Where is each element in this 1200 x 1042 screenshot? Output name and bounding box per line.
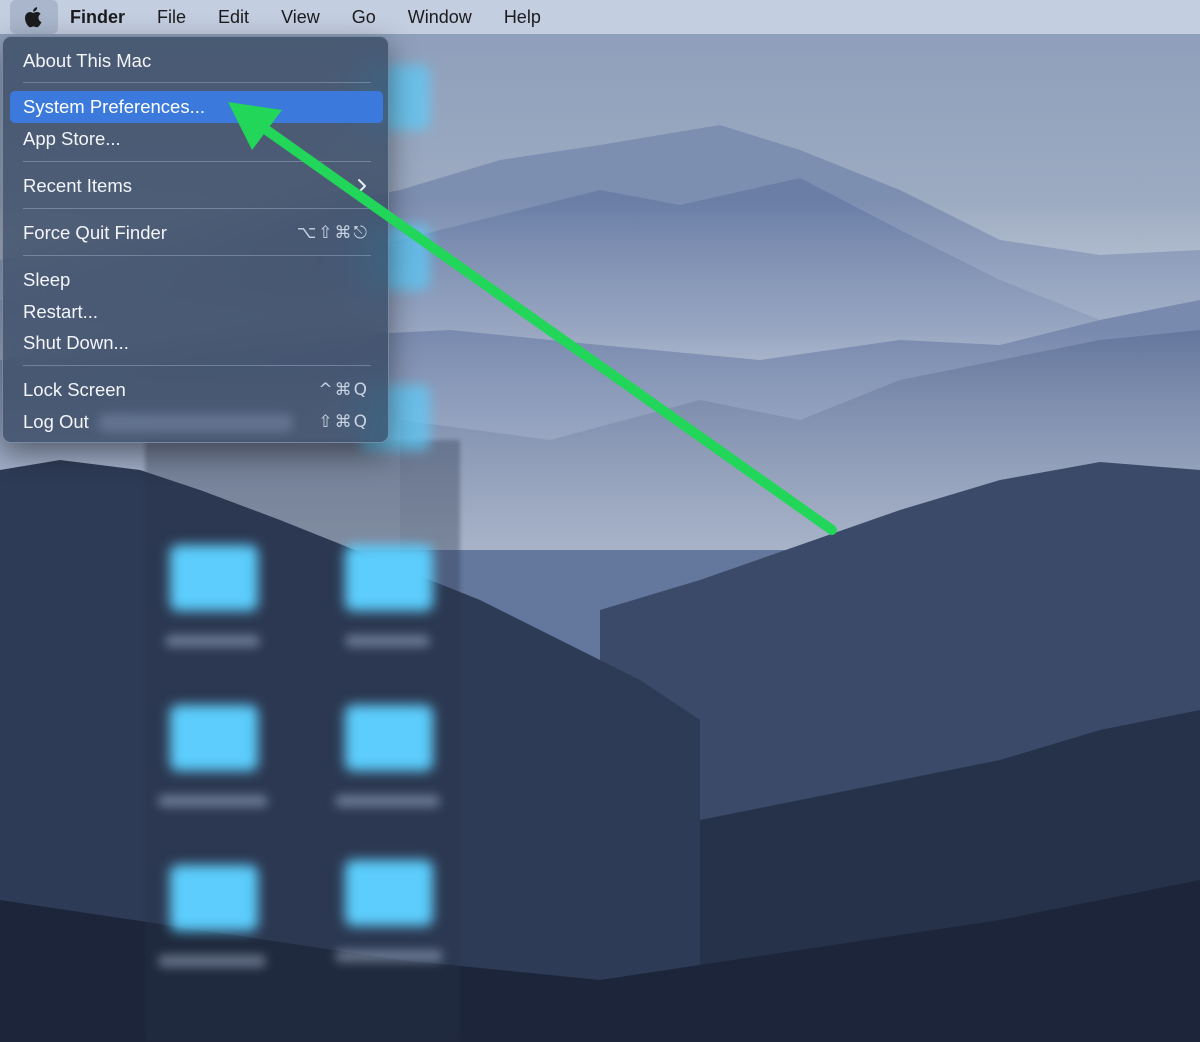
- menu-item-sleep[interactable]: Sleep: [10, 264, 383, 296]
- apple-menu-button[interactable]: [10, 0, 58, 34]
- folder-icon[interactable]: [345, 860, 433, 926]
- folder-icon[interactable]: [170, 865, 258, 931]
- folder-label-blurred: [158, 955, 266, 967]
- menu-item-label: About This Mac: [23, 50, 152, 71]
- folder-label-blurred: [158, 795, 268, 807]
- menu-finder[interactable]: Finder: [60, 0, 141, 34]
- chevron-right-icon: [358, 179, 366, 193]
- menu-item-label: Lock Screen: [23, 379, 126, 400]
- folder-icon[interactable]: [170, 705, 258, 771]
- menu-file[interactable]: File: [141, 0, 202, 34]
- menu-item-lock-screen[interactable]: Lock Screen ^⌘Q: [10, 374, 383, 406]
- menu-item-label: Shut Down...: [23, 332, 129, 353]
- menu-view[interactable]: View: [265, 0, 336, 34]
- menu-help[interactable]: Help: [488, 0, 557, 34]
- menu-item-label: App Store...: [23, 128, 121, 149]
- menu-item-label: Restart...: [23, 301, 99, 322]
- menu-item-system-preferences[interactable]: System Preferences...: [10, 91, 383, 123]
- menu-separator: [23, 161, 371, 162]
- menu-separator: [23, 365, 371, 366]
- folder-icon[interactable]: [345, 705, 433, 771]
- menu-separator: [23, 82, 371, 83]
- folder-label-blurred: [165, 635, 260, 647]
- menu-edit[interactable]: Edit: [202, 0, 265, 34]
- menu-separator: [23, 208, 371, 209]
- folder-label-blurred: [335, 795, 440, 807]
- folder-icon[interactable]: [345, 545, 433, 611]
- menu-window[interactable]: Window: [392, 0, 488, 34]
- menu-item-label: Force Quit Finder: [23, 222, 167, 243]
- folder-label-blurred: [335, 950, 443, 962]
- menu-item-app-store[interactable]: App Store...: [10, 123, 383, 155]
- log-out-shortcut: ⇧⌘Q: [318, 412, 369, 432]
- force-quit-shortcut: ⌥⇧⌘⎋: [296, 223, 369, 243]
- menu-item-label: Sleep: [23, 269, 71, 290]
- menu-item-force-quit-finder[interactable]: Force Quit Finder ⌥⇧⌘⎋: [10, 217, 383, 249]
- apple-logo-icon: [25, 7, 42, 28]
- menu-item-restart[interactable]: Restart...: [10, 296, 383, 328]
- redacted-username: [98, 414, 293, 432]
- menu-item-label: Log Out: [23, 411, 89, 432]
- folder-label-blurred: [345, 635, 430, 647]
- menu-separator: [23, 255, 371, 256]
- menu-go[interactable]: Go: [336, 0, 392, 34]
- lock-screen-shortcut: ^⌘Q: [318, 380, 369, 400]
- menu-item-log-out[interactable]: Log Out ⇧⌘Q: [10, 406, 383, 438]
- menu-item-shut-down[interactable]: Shut Down...: [10, 327, 383, 359]
- folder-icon[interactable]: [170, 545, 258, 611]
- menu-bar: Finder File Edit View Go Window Help: [0, 0, 1200, 34]
- apple-menu: About This Mac System Preferences... App…: [2, 36, 389, 443]
- menu-item-label: Recent Items: [23, 175, 132, 196]
- menu-item-about-this-mac[interactable]: About This Mac: [10, 45, 383, 77]
- menu-item-recent-items[interactable]: Recent Items: [10, 170, 383, 202]
- menu-item-label: System Preferences...: [23, 96, 205, 117]
